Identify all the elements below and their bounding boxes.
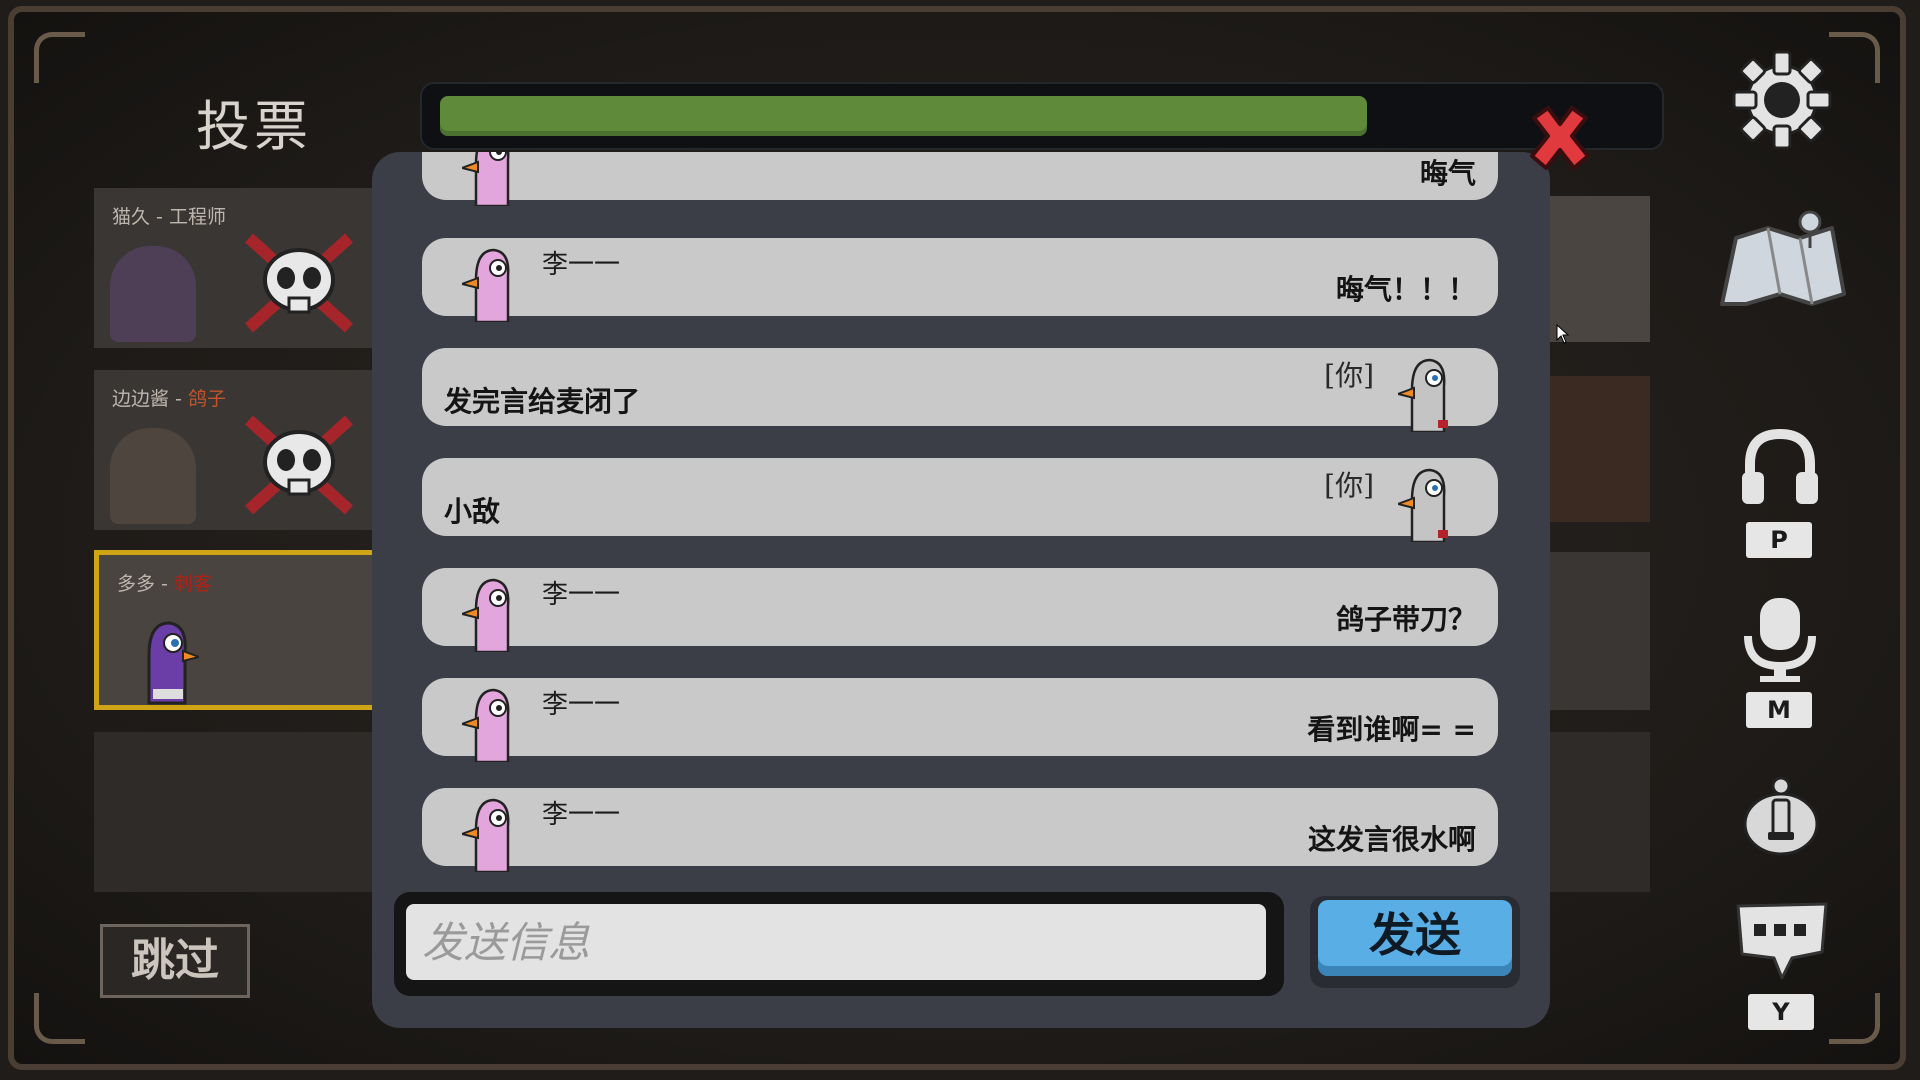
chat-message: 李一一 鸽子带刀？ [422, 568, 1498, 652]
message-text: 这发言很水啊 [1307, 823, 1476, 856]
message-text: 晦气 [1419, 157, 1476, 190]
chat-icon[interactable] [1734, 900, 1830, 982]
key-hint-y: Y [1748, 994, 1814, 1030]
chat-message: 李一一 看到谁啊= = [422, 678, 1498, 762]
key-label: Y [1772, 998, 1790, 1026]
info-icon[interactable] [1742, 772, 1820, 858]
chat-message-input[interactable] [406, 904, 1266, 980]
gear-icon[interactable] [1730, 48, 1834, 152]
dead-skull-icon [244, 233, 354, 333]
dead-skull-icon [244, 415, 354, 515]
frame-corner [34, 993, 85, 1044]
chat-message-mine: [你] 发完言给麦闭了 [422, 348, 1498, 432]
microphone-icon[interactable] [1740, 594, 1820, 684]
chat-input-wrapper [394, 892, 1284, 996]
key-label: P [1770, 526, 1788, 554]
you-tag: [你] [1324, 469, 1374, 502]
message-text: 看到谁啊= = [1307, 713, 1476, 746]
avatar [110, 246, 196, 342]
player-card-selected[interactable]: 多多 - 刺客 [94, 550, 394, 710]
player-card[interactable]: 猫久 - 工程师 [94, 188, 394, 348]
chat-message: 李一一 这发言很水啊 [422, 788, 1498, 872]
goose-avatar-icon [1398, 468, 1448, 542]
message-sender: 李一一 [542, 690, 621, 720]
send-button-label: 发送 [1318, 900, 1512, 976]
player-name-label: 猫久 - 工程师 [112, 206, 226, 228]
player-card[interactable]: 边边酱 - 鸽子 [94, 370, 394, 530]
goose-avatar-icon [147, 621, 199, 705]
vote-title: 投票 [196, 95, 312, 158]
goose-avatar-icon [462, 578, 510, 652]
frame-corner [1829, 32, 1880, 83]
message-text: 鸽子带刀？ [1335, 603, 1476, 636]
key-hint-m: M [1746, 692, 1812, 728]
player-name-label: 多多 - 刺客 [117, 573, 212, 595]
player-name-label: 边边酱 - 鸽子 [112, 388, 226, 410]
you-tag: [你] [1324, 359, 1374, 392]
mouse-cursor-icon [1556, 324, 1570, 344]
key-hint-p: P [1746, 522, 1812, 558]
chat-message: 李一一 晦气！！！ [422, 238, 1498, 322]
vote-timer-bar [420, 82, 1664, 150]
player-card-empty [94, 732, 394, 892]
message-text: 晦气！！！ [1335, 273, 1476, 306]
chat-message: 晦气 [422, 152, 1498, 206]
message-text: 发完言给麦闭了 [444, 385, 641, 418]
key-label: M [1767, 696, 1791, 724]
goose-avatar-icon [462, 688, 510, 762]
chat-panel: 晦气 李一一 晦气！！！ [你] 发完言给麦闭了 [你] 小敌 李一一 鸽子带刀… [372, 152, 1550, 1028]
goose-avatar-icon [462, 798, 510, 872]
map-icon[interactable] [1716, 208, 1850, 314]
skip-vote-button[interactable]: 跳过 [100, 924, 250, 998]
send-button[interactable]: 发送 [1310, 896, 1520, 988]
avatar [110, 428, 196, 524]
goose-avatar-icon [1398, 358, 1448, 432]
message-text: 小敌 [444, 495, 501, 528]
chat-message-mine: [你] 小敌 [422, 458, 1498, 542]
close-icon[interactable] [1520, 100, 1600, 180]
message-sender: 李一一 [542, 800, 621, 830]
message-sender: 李一一 [542, 580, 621, 610]
chat-message-list[interactable]: 晦气 李一一 晦气！！！ [你] 发完言给麦闭了 [你] 小敌 李一一 鸽子带刀… [372, 152, 1550, 872]
vote-timer-fill [440, 96, 1367, 136]
frame-corner [1829, 993, 1880, 1044]
goose-avatar-icon [462, 152, 510, 206]
message-sender: 李一一 [542, 250, 621, 280]
headphones-icon[interactable] [1740, 426, 1820, 506]
goose-avatar-icon [462, 248, 510, 322]
frame-corner [34, 32, 85, 83]
